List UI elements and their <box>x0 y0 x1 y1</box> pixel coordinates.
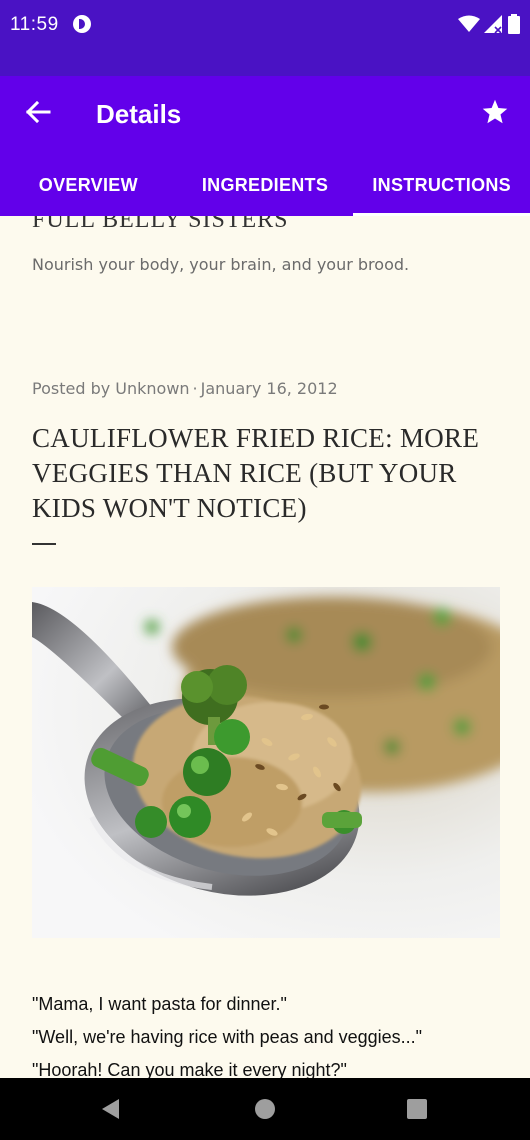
tab-ingredients[interactable]: INGREDIENTS <box>177 154 354 216</box>
status-bar: 11:59 <box>0 0 530 76</box>
status-icons <box>458 14 520 34</box>
nav-home-icon[interactable] <box>255 1099 275 1119</box>
status-time: 11:59 <box>10 14 59 35</box>
meta-separator: · <box>192 379 198 398</box>
article-webview[interactable]: FULL BELLY SISTERS Nourish your body, yo… <box>0 216 530 1078</box>
star-icon <box>482 99 508 124</box>
post-author: Posted by Unknown <box>32 379 190 398</box>
page-title: Details <box>96 99 182 129</box>
blog-tagline: Nourish your body, your brain, and your … <box>32 255 410 274</box>
nav-back-icon[interactable] <box>101 1099 121 1119</box>
app-bar: Details <box>0 76 530 154</box>
tab-overview[interactable]: OVERVIEW <box>0 154 177 216</box>
title-divider <box>32 543 56 545</box>
system-nav-bar <box>0 1078 530 1140</box>
tab-label: OVERVIEW <box>38 174 138 195</box>
post-meta: Posted by Unknown · January 16, 2012 <box>32 379 338 398</box>
post-title: CAULIFLOWER FRIED RICE: MORE VEGGIES THA… <box>32 423 480 523</box>
tab-label: INSTRUCTIONS <box>372 174 511 195</box>
arrow-back-icon <box>25 101 51 123</box>
cauliflower-fried-rice-photo[interactable] <box>32 587 500 938</box>
dialogue-line: "Mama, I want pasta for dinner." <box>32 994 287 1014</box>
tab-bar: OVERVIEW INGREDIENTS INSTRUCTIONS <box>0 154 530 216</box>
nav-recents-icon[interactable] <box>407 1099 427 1119</box>
app-notification-icon <box>73 15 91 33</box>
dialogue-line: "Well, we're having rice with peas and v… <box>32 1027 423 1047</box>
tab-label: INGREDIENTS <box>201 174 329 195</box>
favorite-button[interactable] <box>478 95 512 129</box>
tab-instructions[interactable]: INSTRUCTIONS <box>353 154 530 216</box>
blog-name[interactable]: FULL BELLY SISTERS <box>32 216 289 234</box>
back-button[interactable] <box>22 96 54 128</box>
dialogue-line: "Hoorah! Can you make it every night?" <box>32 1060 347 1078</box>
post-date[interactable]: January 16, 2012 <box>201 379 338 398</box>
battery-icon <box>508 14 520 34</box>
signal-icon <box>484 15 502 33</box>
wifi-icon <box>458 15 480 32</box>
